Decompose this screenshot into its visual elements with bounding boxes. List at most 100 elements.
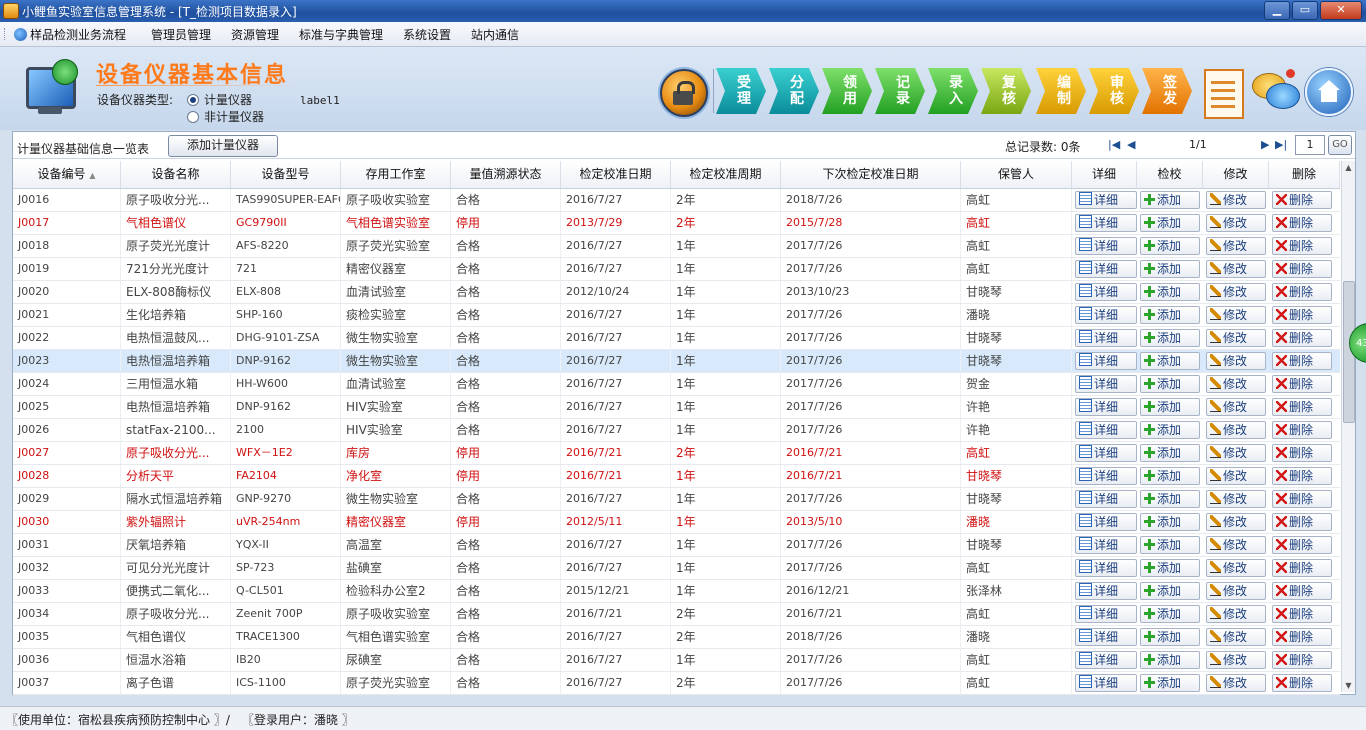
delete-button[interactable]: 删除 xyxy=(1272,283,1332,301)
delete-button[interactable]: 删除 xyxy=(1272,214,1332,232)
calibration-add-button[interactable]: 添加 xyxy=(1140,467,1200,485)
edit-button[interactable]: 修改 xyxy=(1206,605,1266,623)
table-row[interactable]: J0030 紫外辐照计 uVR-254nm 精密仪器室 停用 2012/5/11 1年 201… xyxy=(13,511,1340,534)
detail-button[interactable]: 详细 xyxy=(1075,651,1137,669)
table-row[interactable]: J0020 ELX-808酶标仪 ELX-808 血清试验室 合格 2012/10/24 1… xyxy=(13,281,1340,304)
calibration-add-button[interactable]: 添加 xyxy=(1140,513,1200,531)
radio-metering[interactable]: 计量仪器 xyxy=(187,91,252,108)
calibration-add-button[interactable]: 添加 xyxy=(1140,214,1200,232)
report-document-icon[interactable] xyxy=(1204,69,1244,119)
col-header[interactable]: 修改 xyxy=(1203,161,1269,188)
minimize-button[interactable]: ▁ xyxy=(1264,1,1290,20)
chat-icon[interactable] xyxy=(1252,69,1300,115)
menu-admin[interactable]: 管理员管理 xyxy=(151,26,211,43)
calibration-add-button[interactable]: 添加 xyxy=(1140,329,1200,347)
delete-button[interactable]: 删除 xyxy=(1272,306,1332,324)
step-receive[interactable]: 领用 xyxy=(822,68,872,114)
table-row[interactable]: J0037 离子色谱 ICS-1100 原子荧光实验室 合格 2016/7/27 2年 201… xyxy=(13,672,1340,695)
edit-button[interactable]: 修改 xyxy=(1206,352,1266,370)
col-header[interactable]: 量值溯源状态 xyxy=(451,161,561,188)
radio-non-metering[interactable]: 非计量仪器 xyxy=(187,108,264,125)
detail-button[interactable]: 详细 xyxy=(1075,375,1137,393)
calibration-add-button[interactable]: 添加 xyxy=(1140,444,1200,462)
col-header[interactable]: 详细 xyxy=(1072,161,1137,188)
lock-button[interactable] xyxy=(660,69,708,117)
delete-button[interactable]: 删除 xyxy=(1272,237,1332,255)
maximize-button[interactable]: ▭ xyxy=(1292,1,1318,20)
detail-button[interactable]: 详细 xyxy=(1075,237,1137,255)
delete-button[interactable]: 删除 xyxy=(1272,329,1332,347)
col-header[interactable]: 检定校准日期 xyxy=(561,161,671,188)
calibration-add-button[interactable]: 添加 xyxy=(1140,283,1200,301)
detail-button[interactable]: 详细 xyxy=(1075,283,1137,301)
table-row[interactable]: J0034 原子吸收分光... Zeenit 700P 原子吸收实验室 合格 2016/7… xyxy=(13,603,1340,626)
table-row[interactable]: J0036 恒温水浴箱 IB20 尿碘室 合格 2016/7/27 1年 2017/7/26 高… xyxy=(13,649,1340,672)
detail-button[interactable]: 详细 xyxy=(1075,467,1137,485)
next-page-icon[interactable]: ▶ xyxy=(1261,138,1269,151)
step-compile[interactable]: 编制 xyxy=(1036,68,1086,114)
table-row[interactable]: J0021 生化培养箱 SHP-160 痰检实验室 合格 2016/7/27 1年 2017/… xyxy=(13,304,1340,327)
edit-button[interactable]: 修改 xyxy=(1206,490,1266,508)
edit-button[interactable]: 修改 xyxy=(1206,559,1266,577)
edit-button[interactable]: 修改 xyxy=(1206,628,1266,646)
detail-button[interactable]: 详细 xyxy=(1075,674,1137,692)
scroll-up-icon[interactable]: ▲ xyxy=(1343,162,1354,173)
calibration-add-button[interactable]: 添加 xyxy=(1140,398,1200,416)
detail-button[interactable]: 详细 xyxy=(1075,444,1137,462)
table-row[interactable]: J0024 三用恒温水箱 HH-W600 血清试验室 合格 2016/7/27 1年 2017… xyxy=(13,373,1340,396)
col-header[interactable]: 删除 xyxy=(1269,161,1340,188)
edit-button[interactable]: 修改 xyxy=(1206,582,1266,600)
menu-sample-workflow[interactable]: 样品检测业务流程 xyxy=(14,26,126,43)
edit-button[interactable]: 修改 xyxy=(1206,398,1266,416)
delete-button[interactable]: 删除 xyxy=(1272,582,1332,600)
detail-button[interactable]: 详细 xyxy=(1075,536,1137,554)
edit-button[interactable]: 修改 xyxy=(1206,306,1266,324)
detail-button[interactable]: 详细 xyxy=(1075,628,1137,646)
menu-resources[interactable]: 资源管理 xyxy=(231,26,279,43)
calibration-add-button[interactable]: 添加 xyxy=(1140,352,1200,370)
table-row[interactable]: J0031 厌氧培养箱 YQX-II 高温室 合格 2016/7/27 1年 2017/7/2… xyxy=(13,534,1340,557)
delete-button[interactable]: 删除 xyxy=(1272,651,1332,669)
step-accept[interactable]: 受理 xyxy=(716,68,766,114)
edit-button[interactable]: 修改 xyxy=(1206,214,1266,232)
detail-button[interactable]: 详细 xyxy=(1075,214,1137,232)
calibration-add-button[interactable]: 添加 xyxy=(1140,628,1200,646)
delete-button[interactable]: 删除 xyxy=(1272,513,1332,531)
delete-button[interactable]: 删除 xyxy=(1272,260,1332,278)
edit-button[interactable]: 修改 xyxy=(1206,651,1266,669)
delete-button[interactable]: 删除 xyxy=(1272,375,1332,393)
calibration-add-button[interactable]: 添加 xyxy=(1140,582,1200,600)
menu-standards[interactable]: 标准与字典管理 xyxy=(299,26,383,43)
scroll-down-icon[interactable]: ▼ xyxy=(1343,680,1354,691)
detail-button[interactable]: 详细 xyxy=(1075,398,1137,416)
delete-button[interactable]: 删除 xyxy=(1272,559,1332,577)
step-record[interactable]: 记录 xyxy=(875,68,925,114)
calibration-add-button[interactable]: 添加 xyxy=(1140,191,1200,209)
table-row[interactable]: J0027 原子吸收分光... WFX－1E2 库房 停用 2016/7/21 2年 2016… xyxy=(13,442,1340,465)
window-titlebar[interactable]: 小鲤鱼实验室信息管理系统 - [T_检测项目数据录入] ▁ ▭ ✕ xyxy=(0,0,1366,22)
calibration-add-button[interactable]: 添加 xyxy=(1140,260,1200,278)
delete-button[interactable]: 删除 xyxy=(1272,628,1332,646)
close-button[interactable]: ✕ xyxy=(1320,1,1362,20)
edit-button[interactable]: 修改 xyxy=(1206,375,1266,393)
edit-button[interactable]: 修改 xyxy=(1206,467,1266,485)
detail-button[interactable]: 详细 xyxy=(1075,191,1137,209)
delete-button[interactable]: 删除 xyxy=(1272,444,1332,462)
table-row[interactable]: J0033 便携式二氧化... Q-CL501 检验科办公室2 合格 2015/12/21… xyxy=(13,580,1340,603)
edit-button[interactable]: 修改 xyxy=(1206,329,1266,347)
table-row[interactable]: J0026 statFax-2100... 2100 HIV实验室 合格 2016/7/2… xyxy=(13,419,1340,442)
table-row[interactable]: J0025 电热恒温培养箱 DNP-9162 HIV实验室 合格 2016/7/27 1年 2… xyxy=(13,396,1340,419)
table-row[interactable]: J0016 原子吸收分光... TAS990SUPER-EAFG 原子吸收实验室 合格 2… xyxy=(13,189,1340,212)
delete-button[interactable]: 删除 xyxy=(1272,536,1332,554)
prev-page-icon[interactable]: ◀ xyxy=(1127,138,1135,151)
table-row[interactable]: J0028 分析天平 FA2104 净化室 停用 2016/7/21 1年 2016/7/21… xyxy=(13,465,1340,488)
step-review[interactable]: 审核 xyxy=(1089,68,1139,114)
col-header[interactable]: 存用工作室 xyxy=(341,161,451,188)
table-row[interactable]: J0019 721分光光度计 721 精密仪器室 合格 2016/7/27 1年 2017/7… xyxy=(13,258,1340,281)
step-issue[interactable]: 签发 xyxy=(1142,68,1192,114)
edit-button[interactable]: 修改 xyxy=(1206,536,1266,554)
home-icon[interactable] xyxy=(1305,68,1353,116)
table-row[interactable]: J0023 电热恒温培养箱 DNP-9162 微生物实验室 合格 2016/7/27 1年 2… xyxy=(13,350,1340,373)
edit-button[interactable]: 修改 xyxy=(1206,237,1266,255)
menu-messages[interactable]: 站内通信 xyxy=(471,26,519,43)
